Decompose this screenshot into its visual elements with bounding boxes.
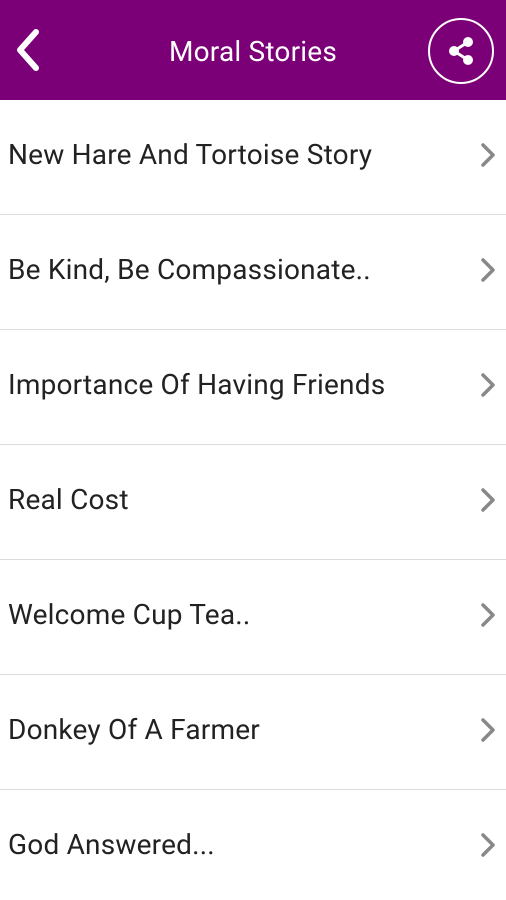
story-title: Welcome Cup Tea.. [8, 598, 251, 631]
list-item[interactable]: Donkey Of A Farmer [0, 675, 506, 790]
story-title: God Answered... [8, 828, 215, 861]
share-icon [449, 37, 473, 65]
top-app-bar: Moral Stories [0, 0, 506, 100]
chevron-right-icon [478, 715, 498, 745]
story-title: Be Kind, Be Compassionate.. [8, 253, 371, 286]
chevron-right-icon [478, 485, 498, 515]
story-title: Donkey Of A Farmer [8, 713, 260, 746]
list-item[interactable]: New Hare And Tortoise Story [0, 100, 506, 215]
list-item[interactable]: Be Kind, Be Compassionate.. [0, 215, 506, 330]
back-button[interactable] [4, 18, 50, 82]
chevron-right-icon [478, 370, 498, 400]
list-item[interactable]: Real Cost [0, 445, 506, 560]
share-button[interactable] [428, 18, 494, 84]
story-list: New Hare And Tortoise Story Be Kind, Be … [0, 100, 506, 900]
story-title: New Hare And Tortoise Story [8, 138, 373, 171]
story-title: Importance Of Having Friends [8, 368, 386, 401]
chevron-right-icon [478, 600, 498, 630]
list-item[interactable]: God Answered... [0, 790, 506, 900]
chevron-right-icon [478, 830, 498, 860]
chevron-right-icon [478, 140, 498, 170]
story-title: Real Cost [8, 483, 129, 516]
app-screen: Moral Stories New Hare And Tortoise Stor… [0, 0, 506, 900]
chevron-left-icon [17, 29, 39, 71]
chevron-right-icon [478, 255, 498, 285]
list-item[interactable]: Welcome Cup Tea.. [0, 560, 506, 675]
list-item[interactable]: Importance Of Having Friends [0, 330, 506, 445]
